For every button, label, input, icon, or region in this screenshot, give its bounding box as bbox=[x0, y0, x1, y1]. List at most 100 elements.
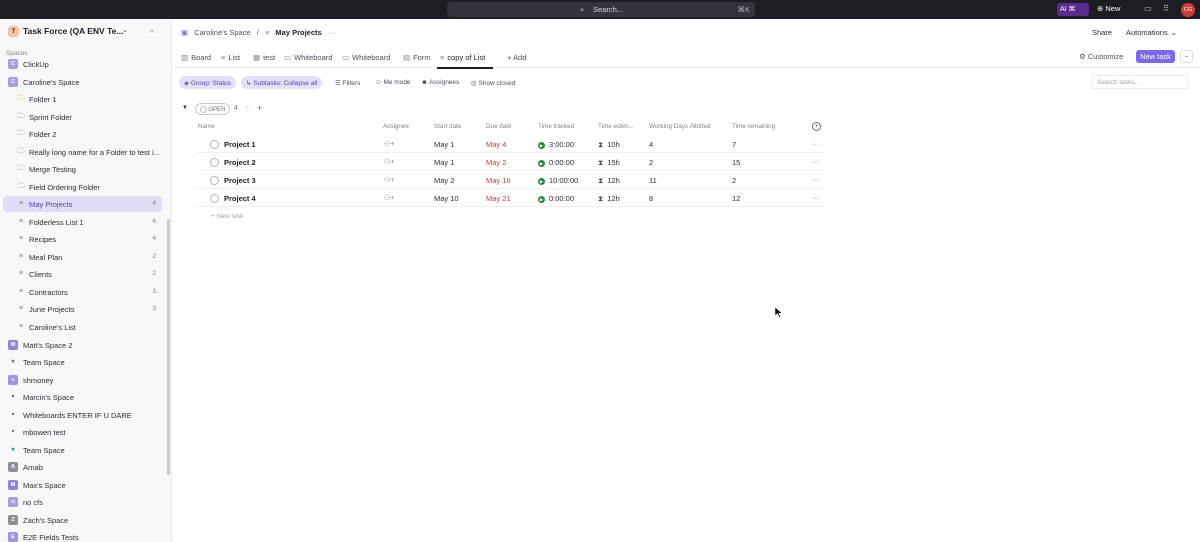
tab-board[interactable]: ▥ Board bbox=[181, 53, 211, 62]
col-header-start-date[interactable]: Start date bbox=[434, 123, 461, 130]
sidebar-item-team-space[interactable]: ● Team Space bbox=[3, 354, 162, 370]
sidebar-item-e2e-fields-tests[interactable]: E E2E Fields Tests bbox=[3, 529, 162, 542]
more-icon[interactable]: ··· bbox=[812, 175, 820, 184]
tab-form[interactable]: ▤ Form bbox=[403, 53, 431, 62]
task-start-date[interactable]: May 2 bbox=[434, 176, 454, 185]
collapse-group-icon[interactable]: ▼ bbox=[182, 105, 188, 111]
task-working-days[interactable]: 2 bbox=[649, 158, 653, 167]
sidebar-item-no-cfs[interactable]: n no cfs bbox=[3, 494, 162, 510]
sidebar-item-arnab[interactable]: A Arnab bbox=[3, 459, 162, 475]
sidebar-item-zach-s-space[interactable]: Z Zach's Space bbox=[3, 512, 162, 528]
task-time-tracked[interactable]: ▶ 3:00:00 bbox=[538, 140, 574, 149]
task-name[interactable]: Project 3 bbox=[224, 176, 256, 185]
sidebar-item-merge-testing[interactable]: 🗀 Merge Testing bbox=[3, 161, 162, 177]
new-task-button[interactable]: New task bbox=[1136, 50, 1175, 63]
share-button[interactable]: Share bbox=[1092, 28, 1112, 37]
task-time-estimate[interactable]: ⧗ 15h bbox=[598, 158, 620, 168]
sidebar-item-mbowen-test[interactable]: ▪ mbowen test bbox=[3, 424, 162, 440]
task-time-estimate[interactable]: ⧗ 10h bbox=[598, 140, 620, 150]
task-start-date[interactable]: May 1 bbox=[434, 140, 454, 149]
more-icon[interactable]: ··· bbox=[812, 157, 820, 166]
sidebar-item-recipes[interactable]: ≡ Recipes 4 bbox=[3, 231, 162, 247]
apps-grid-icon[interactable]: ⠿ bbox=[1163, 4, 1169, 13]
video-icon[interactable]: ▭ bbox=[1144, 4, 1152, 13]
new-button[interactable]: ⊕ New bbox=[1097, 4, 1120, 13]
col-header-time-tracked[interactable]: Time tracked bbox=[538, 123, 574, 130]
task-due-date[interactable]: May 21 bbox=[486, 194, 511, 203]
sidebar-item-marcin-s-space[interactable]: ▪ Marcin's Space bbox=[3, 389, 162, 405]
sidebar-item-contractors[interactable]: ≡ Contractors 3 bbox=[3, 284, 162, 300]
add-assignee-icon[interactable]: ⚇+ bbox=[384, 194, 394, 202]
more-icon[interactable]: ··· bbox=[328, 28, 336, 37]
subtasks-chip[interactable]: ↳ Subtasks: Collapse all bbox=[241, 76, 323, 89]
status-badge[interactable]: ◯ OPEN bbox=[195, 103, 231, 115]
new-task-row[interactable]: + New task bbox=[211, 213, 243, 220]
add-view-button[interactable]: + Add bbox=[507, 53, 526, 62]
ai-button[interactable]: AI ⌘ bbox=[1057, 3, 1089, 16]
task-working-days[interactable]: 4 bbox=[649, 140, 653, 149]
sidebar-scrollbar[interactable] bbox=[167, 219, 170, 475]
sidebar-item-folder-1[interactable]: 🗀 Folder 1 bbox=[3, 91, 162, 107]
more-icon[interactable]: ··· bbox=[812, 139, 820, 148]
task-due-date[interactable]: May 2 bbox=[486, 158, 506, 167]
col-header-name[interactable]: Name bbox=[198, 123, 215, 130]
task-status-icon[interactable] bbox=[210, 176, 219, 185]
chevron-down-icon[interactable]: ⌄ bbox=[1180, 50, 1193, 63]
show-closed-button[interactable]: ◎ Show closed bbox=[466, 76, 520, 89]
add-assignee-icon[interactable]: ⚇+ bbox=[384, 158, 394, 166]
task-working-days[interactable]: 8 bbox=[649, 194, 653, 203]
col-header-assignee[interactable]: Assignee bbox=[383, 123, 409, 130]
group-by-chip[interactable]: ◈ Group: Status bbox=[179, 76, 236, 89]
table-row[interactable]: Project 1 ⚇+ May 1 May 4 ▶ 3:00:00 ⧗ 10h 4 7 ··· bbox=[195, 135, 825, 153]
sidebar-item-folder-2[interactable]: 🗀 Folder 2 bbox=[3, 126, 162, 142]
sidebar-item-sprint-folder[interactable]: 🗀 Sprint Folder bbox=[3, 109, 162, 125]
col-header-time-remaining[interactable]: Time remaining bbox=[732, 123, 775, 130]
sidebar-item-june-projects[interactable]: ≡ June Projects 3 bbox=[3, 301, 162, 317]
sidebar-item-matt-s-space-2[interactable]: M Matt's Space 2 bbox=[3, 337, 162, 353]
col-header-due-date[interactable]: Due date bbox=[486, 123, 512, 130]
sidebar-item-max-s-space[interactable]: M Max's Space bbox=[3, 477, 162, 493]
sidebar-item-really-long-name-for-a-folder-to-test-i[interactable]: 🗀 Really long name for a Folder to test i… bbox=[3, 144, 162, 160]
task-time-tracked[interactable]: ▶ 0:00:00 bbox=[538, 194, 574, 203]
breadcrumb-list[interactable]: May Projects bbox=[275, 28, 321, 37]
collapse-sidebar-icon[interactable]: « bbox=[150, 28, 154, 35]
sidebar-item-caroline-s-space[interactable]: C Caroline's Space bbox=[3, 74, 162, 90]
add-column-icon[interactable]: + bbox=[812, 122, 821, 131]
task-time-estimate[interactable]: ⧗ 12h bbox=[598, 194, 620, 204]
task-time-tracked[interactable]: ▶ 0:00:00 bbox=[538, 158, 574, 167]
sidebar-item-may-projects[interactable]: ≡ May Projects 4 bbox=[3, 196, 162, 212]
tab-copy-of-list[interactable]: ≡ copy of List bbox=[440, 53, 485, 62]
task-working-days[interactable]: 11 bbox=[649, 176, 657, 185]
task-start-date[interactable]: May 10 bbox=[434, 194, 459, 203]
col-header-time-estimate[interactable]: Time estim... bbox=[598, 123, 634, 130]
search-tasks-input[interactable]: Search tasks... bbox=[1091, 75, 1189, 89]
me-mode-button[interactable]: ☺ Me mode bbox=[370, 76, 416, 89]
table-row[interactable]: Project 3 ⚇+ May 2 May 16 ▶ 10:00:00 ⧗ 12h 11 2 ··… bbox=[195, 171, 825, 189]
col-header-working-days[interactable]: Working Days Allotted bbox=[649, 123, 710, 130]
sidebar-item-team-space[interactable]: ● Team Space bbox=[3, 442, 162, 458]
more-icon[interactable]: ··· bbox=[812, 193, 820, 202]
add-assignee-icon[interactable]: ⚇+ bbox=[384, 176, 394, 184]
sidebar-item-meal-plan[interactable]: ≡ Meal Plan 2 bbox=[3, 249, 162, 265]
sidebar-item-clickup[interactable]: C ClickUp bbox=[3, 56, 162, 72]
tab-whiteboard-2[interactable]: ▭ Whiteboard bbox=[342, 53, 390, 62]
sidebar-item-folderless-list-1[interactable]: ≡ Folderless List 1 6 bbox=[3, 214, 162, 230]
sidebar-item-shmoney[interactable]: s shmoney bbox=[3, 372, 162, 388]
table-row[interactable]: Project 2 ⚇+ May 1 May 2 ▶ 0:00:00 ⧗ 15h 2 15 ··· bbox=[195, 153, 825, 171]
task-status-icon[interactable] bbox=[210, 140, 219, 149]
task-time-tracked[interactable]: ▶ 10:00:00 bbox=[538, 176, 578, 185]
assignees-button[interactable]: ☻ Assignees bbox=[416, 76, 464, 89]
sidebar-item-field-ordering-folder[interactable]: 🗀 Field Ordering Folder bbox=[3, 179, 162, 195]
add-task-icon[interactable]: + bbox=[257, 103, 262, 113]
tab-test[interactable]: ▦ test bbox=[253, 53, 275, 62]
task-status-icon[interactable] bbox=[210, 194, 219, 203]
table-row[interactable]: Project 4 ⚇+ May 10 May 21 ▶ 0:00:00 ⧗ 12h 8 12 ··… bbox=[195, 189, 825, 207]
sidebar-item-clients[interactable]: ≡ Clients 2 bbox=[3, 266, 162, 282]
task-due-date[interactable]: May 16 bbox=[486, 176, 511, 185]
task-status-icon[interactable] bbox=[210, 158, 219, 167]
customize-button[interactable]: ⚙ Customize bbox=[1079, 52, 1123, 61]
breadcrumb-space[interactable]: Caroline's Space bbox=[194, 28, 250, 37]
add-assignee-icon[interactable]: ⚇+ bbox=[384, 140, 394, 148]
task-name[interactable]: Project 2 bbox=[224, 158, 256, 167]
task-start-date[interactable]: May 1 bbox=[434, 158, 454, 167]
